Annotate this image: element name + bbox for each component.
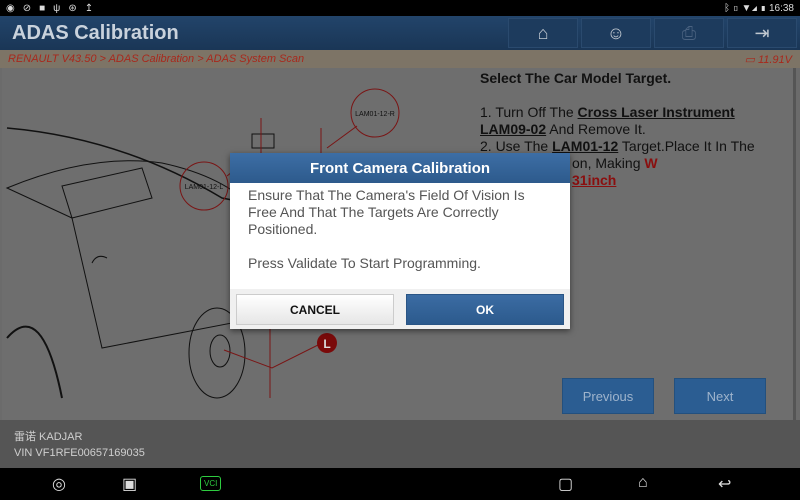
dialog-prompt: Press Validate To Start Programming. [248,255,481,271]
support-button[interactable]: ☺ [581,18,651,48]
vehicle-model: 雷诺 KADJAR [14,431,83,443]
back-icon[interactable]: ↩ [718,474,731,494]
cancel-button[interactable]: CANCEL [236,294,394,325]
vehicle-info: 雷诺 KADJAR VIN VF1RFE00657169035 [0,420,800,468]
breadcrumb-path: RENAULT V43.50 > ADAS Calibration > ADAS… [8,53,305,65]
target-label-left: LAM01-12-L [185,184,224,191]
print-button[interactable]: ⎙ [654,18,724,48]
image-icon: ■ [39,2,46,14]
usb-icon: ψ [53,2,61,14]
step2-distance: 31inch [572,172,617,188]
instructions-heading: Select The Car Model Target. [480,70,672,86]
status-bar: ◉ ⊘ ■ ψ ⊛ ↥ ᛒ ▯ ▼◢ ▮ 16:38 [0,0,800,16]
breadcrumb: RENAULT V43.50 > ADAS Calibration > ADAS… [0,50,800,68]
dialog-title: Front Camera Calibration [230,153,570,183]
wifi-icon: ▼ [741,2,752,14]
step2-tail: Target.Place It In The [618,138,755,154]
battery-icon: ▮ [760,2,767,14]
step2-w: W [644,155,658,171]
left-marker-label: L [323,337,330,351]
clock: 16:38 [768,2,794,14]
home-nav-icon[interactable]: ⌂ [638,474,648,492]
home-button[interactable]: ⌂ [508,18,578,48]
android-navbar: ◎ ▣ VCI ▢ ⌂ ↩ [0,468,800,500]
step2-line3: on, Making [572,155,645,171]
upload-icon: ↥ [84,2,94,14]
whatsapp-icon: ◉ [6,2,15,14]
bluetooth-icon: ᛒ [723,2,730,14]
vehicle-vin: VIN VF1RFE00657169035 [14,447,145,459]
step1-tail: And Remove It. [546,121,646,137]
step1-instrument: Cross Laser Instrument [577,104,735,120]
compass-icon: ⊘ [22,2,32,14]
calibration-dialog: Front Camera Calibration Ensure That The… [230,153,570,329]
signal-icon: ◢ [751,2,758,14]
home-icon: ⌂ [537,22,549,43]
previous-button[interactable]: Previous [562,378,654,414]
app-header: ADAS Calibration ⌂ ☺ ⎙ ⇥ [0,16,800,50]
page-title: ADAS Calibration [12,21,179,44]
vci-icon[interactable]: VCI [200,476,222,491]
step2-text: 2. Use The [480,138,553,154]
target-label-right: LAM01-12-R [355,111,395,118]
voltage: 11.91V [757,53,792,66]
exit-icon: ⇥ [754,22,770,43]
vibrate-icon: ▯ [732,2,739,14]
browser-icon[interactable]: ◎ [52,474,66,494]
step1-part: LAM09-02 [480,121,547,137]
step1-text: 1. Turn Off The [480,104,578,120]
dialog-message: Ensure That The Camera's Field Of Vision… [248,187,525,237]
step2-target: LAM01-12 [552,138,619,154]
settings-icon: ⊛ [68,2,77,14]
gallery-icon[interactable]: ▣ [122,474,137,494]
ok-button[interactable]: OK [406,294,564,325]
recents-icon[interactable]: ▢ [558,474,573,494]
print-icon: ⎙ [681,22,697,43]
battery-icon: ▭ [744,53,755,66]
support-icon: ☺ [606,22,626,43]
exit-button[interactable]: ⇥ [727,18,797,48]
next-button[interactable]: Next [674,378,766,414]
